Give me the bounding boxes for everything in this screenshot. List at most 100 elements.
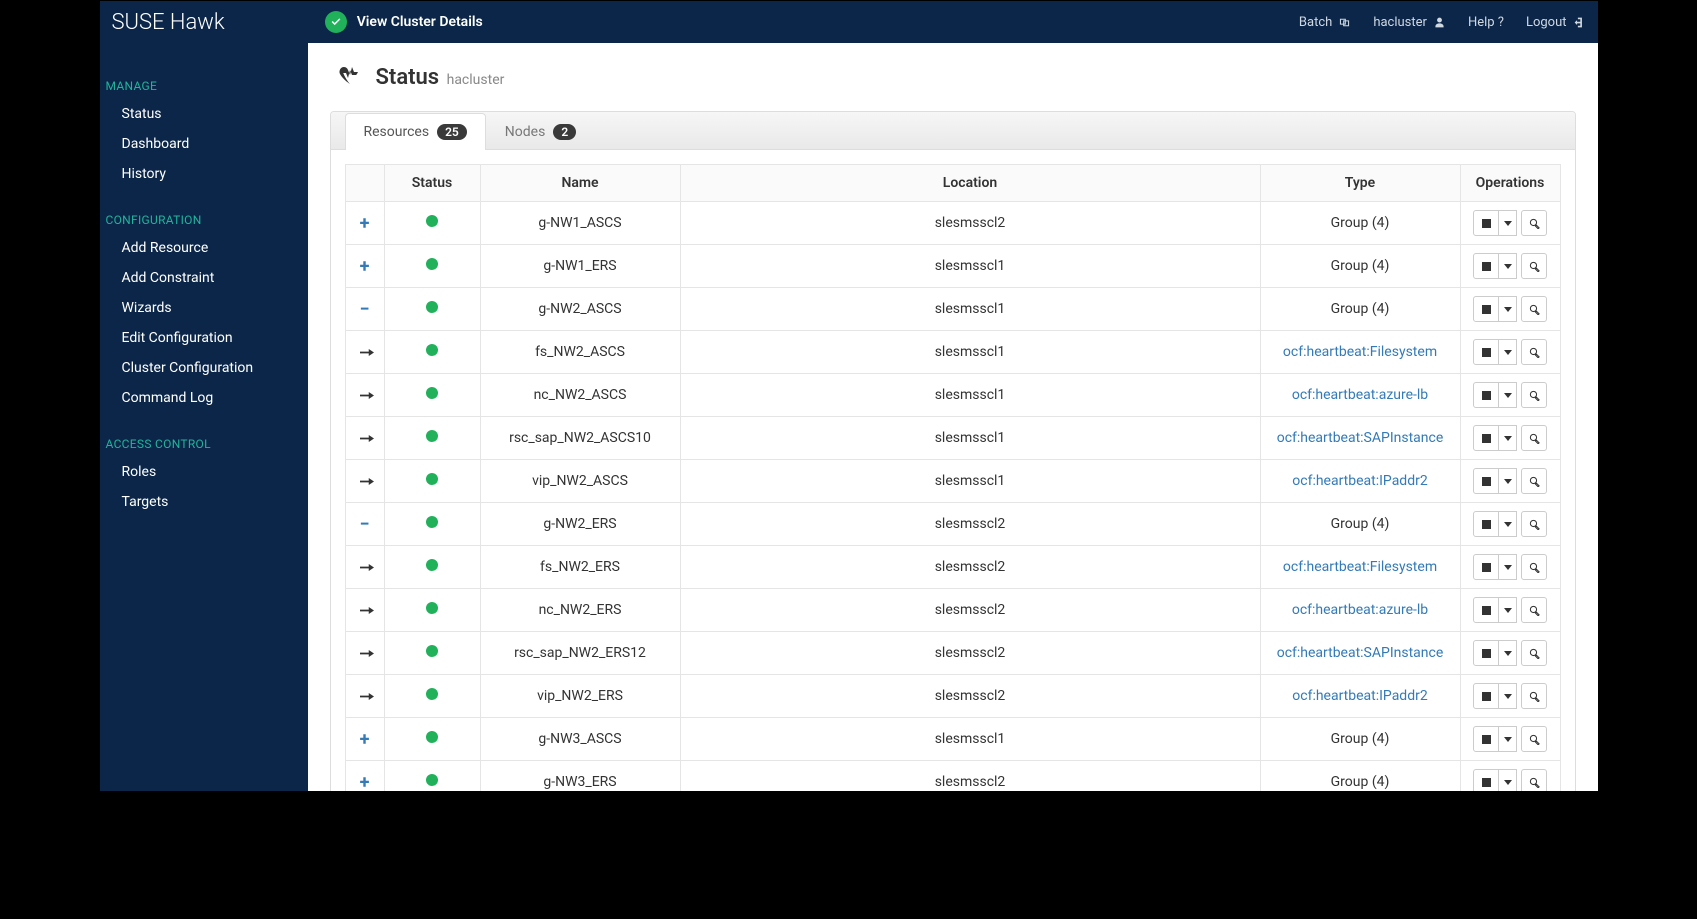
type-cell[interactable]: ocf:heartbeat:IPaddr2 bbox=[1260, 675, 1460, 718]
toggle-cell[interactable]: + bbox=[345, 761, 384, 792]
sidebar-item-add-resource[interactable]: Add Resource bbox=[100, 233, 308, 263]
toggle-cell[interactable]: + bbox=[345, 718, 384, 761]
stop-button[interactable] bbox=[1473, 210, 1499, 236]
ops-dropdown[interactable] bbox=[1499, 425, 1517, 451]
tab-resources[interactable]: Resources25 bbox=[345, 113, 486, 150]
toggle-cell[interactable] bbox=[345, 374, 384, 417]
sidebar-item-add-constraint[interactable]: Add Constraint bbox=[100, 263, 308, 293]
stop-button[interactable] bbox=[1473, 726, 1499, 752]
details-button[interactable] bbox=[1521, 726, 1547, 752]
col-status[interactable]: Status bbox=[384, 165, 480, 202]
sidebar-item-command-log[interactable]: Command Log bbox=[100, 383, 308, 413]
col-operations[interactable]: Operations bbox=[1460, 165, 1560, 202]
type-link[interactable]: ocf:heartbeat:azure-lb bbox=[1292, 602, 1428, 618]
ops-dropdown[interactable] bbox=[1499, 253, 1517, 279]
stop-button[interactable] bbox=[1473, 296, 1499, 322]
batch-link[interactable]: Batch bbox=[1299, 15, 1351, 30]
ops-dropdown[interactable] bbox=[1499, 726, 1517, 752]
details-button[interactable] bbox=[1521, 769, 1547, 791]
toggle-cell[interactable]: + bbox=[345, 245, 384, 288]
type-link[interactable]: ocf:heartbeat:IPaddr2 bbox=[1292, 473, 1427, 489]
type-link[interactable]: ocf:heartbeat:Filesystem bbox=[1283, 559, 1437, 575]
stop-button[interactable] bbox=[1473, 253, 1499, 279]
brand-logo[interactable]: SUSE Hawk bbox=[112, 10, 225, 35]
type-link[interactable]: ocf:heartbeat:SAPInstance bbox=[1277, 430, 1444, 446]
tab-nodes[interactable]: Nodes2 bbox=[486, 113, 595, 150]
ops-dropdown[interactable] bbox=[1499, 597, 1517, 623]
details-button[interactable] bbox=[1521, 425, 1547, 451]
type-link[interactable]: ocf:heartbeat:SAPInstance bbox=[1277, 645, 1444, 661]
toggle-cell[interactable] bbox=[345, 331, 384, 374]
type-cell[interactable]: ocf:heartbeat:Filesystem bbox=[1260, 331, 1460, 374]
ops-dropdown[interactable] bbox=[1499, 769, 1517, 791]
col-name[interactable]: Name bbox=[480, 165, 680, 202]
sidebar-item-roles[interactable]: Roles bbox=[100, 457, 308, 487]
sidebar-item-targets[interactable]: Targets bbox=[100, 487, 308, 517]
ops-dropdown[interactable] bbox=[1499, 468, 1517, 494]
sidebar-item-dashboard[interactable]: Dashboard bbox=[100, 129, 308, 159]
col-type[interactable]: Type bbox=[1260, 165, 1460, 202]
ops-cell bbox=[1460, 761, 1560, 792]
details-button[interactable] bbox=[1521, 296, 1547, 322]
details-button[interactable] bbox=[1521, 339, 1547, 365]
details-button[interactable] bbox=[1521, 683, 1547, 709]
col-location[interactable]: Location bbox=[680, 165, 1260, 202]
toggle-cell[interactable] bbox=[345, 589, 384, 632]
toggle-cell[interactable] bbox=[345, 460, 384, 503]
status-ok-icon bbox=[426, 731, 438, 743]
help-link[interactable]: Help ? bbox=[1468, 15, 1504, 30]
ops-dropdown[interactable] bbox=[1499, 210, 1517, 236]
sidebar-item-cluster-configuration[interactable]: Cluster Configuration bbox=[100, 353, 308, 383]
ops-dropdown[interactable] bbox=[1499, 640, 1517, 666]
details-button[interactable] bbox=[1521, 511, 1547, 537]
details-button[interactable] bbox=[1521, 640, 1547, 666]
toggle-cell[interactable] bbox=[345, 417, 384, 460]
stop-button[interactable] bbox=[1473, 468, 1499, 494]
user-link[interactable]: hacluster bbox=[1373, 15, 1446, 30]
toggle-cell[interactable]: − bbox=[345, 288, 384, 331]
type-cell[interactable]: ocf:heartbeat:SAPInstance bbox=[1260, 632, 1460, 675]
view-cluster-details[interactable]: View Cluster Details bbox=[325, 11, 483, 33]
ops-dropdown[interactable] bbox=[1499, 382, 1517, 408]
details-button[interactable] bbox=[1521, 253, 1547, 279]
toggle-cell[interactable] bbox=[345, 632, 384, 675]
toggle-cell[interactable]: + bbox=[345, 202, 384, 245]
toggle-cell[interactable] bbox=[345, 546, 384, 589]
user-label: hacluster bbox=[1373, 15, 1427, 30]
type-link[interactable]: ocf:heartbeat:Filesystem bbox=[1283, 344, 1437, 360]
type-cell[interactable]: ocf:heartbeat:Filesystem bbox=[1260, 546, 1460, 589]
details-button[interactable] bbox=[1521, 468, 1547, 494]
stop-button[interactable] bbox=[1473, 382, 1499, 408]
ops-dropdown[interactable] bbox=[1499, 339, 1517, 365]
type-cell[interactable]: ocf:heartbeat:azure-lb bbox=[1260, 589, 1460, 632]
toggle-cell[interactable]: − bbox=[345, 503, 384, 546]
sidebar-item-wizards[interactable]: Wizards bbox=[100, 293, 308, 323]
status-cell bbox=[384, 245, 480, 288]
type-link[interactable]: ocf:heartbeat:azure-lb bbox=[1292, 387, 1428, 403]
sidebar-item-status[interactable]: Status bbox=[100, 99, 308, 129]
type-cell[interactable]: ocf:heartbeat:azure-lb bbox=[1260, 374, 1460, 417]
details-button[interactable] bbox=[1521, 597, 1547, 623]
ops-dropdown[interactable] bbox=[1499, 511, 1517, 537]
details-button[interactable] bbox=[1521, 554, 1547, 580]
details-button[interactable] bbox=[1521, 210, 1547, 236]
toggle-cell[interactable] bbox=[345, 675, 384, 718]
stop-button[interactable] bbox=[1473, 769, 1499, 791]
stop-button[interactable] bbox=[1473, 339, 1499, 365]
stop-button[interactable] bbox=[1473, 683, 1499, 709]
ops-dropdown[interactable] bbox=[1499, 554, 1517, 580]
stop-button[interactable] bbox=[1473, 597, 1499, 623]
ops-dropdown[interactable] bbox=[1499, 296, 1517, 322]
stop-button[interactable] bbox=[1473, 511, 1499, 537]
details-button[interactable] bbox=[1521, 382, 1547, 408]
sidebar-item-edit-configuration[interactable]: Edit Configuration bbox=[100, 323, 308, 353]
ops-dropdown[interactable] bbox=[1499, 683, 1517, 709]
type-cell[interactable]: ocf:heartbeat:IPaddr2 bbox=[1260, 460, 1460, 503]
stop-button[interactable] bbox=[1473, 554, 1499, 580]
type-cell[interactable]: ocf:heartbeat:SAPInstance bbox=[1260, 417, 1460, 460]
stop-button[interactable] bbox=[1473, 425, 1499, 451]
sidebar-item-history[interactable]: History bbox=[100, 159, 308, 189]
logout-link[interactable]: Logout bbox=[1526, 15, 1586, 30]
type-link[interactable]: ocf:heartbeat:IPaddr2 bbox=[1292, 688, 1427, 704]
stop-button[interactable] bbox=[1473, 640, 1499, 666]
